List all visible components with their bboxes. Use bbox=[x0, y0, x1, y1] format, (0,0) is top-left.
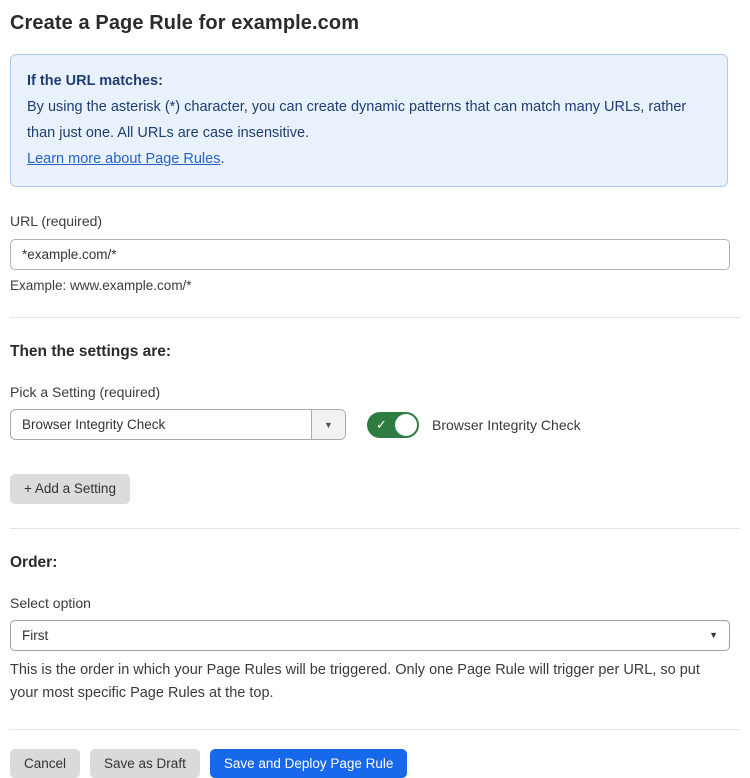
setting-row: Browser Integrity Check ▼ ✓ Browser Inte… bbox=[10, 409, 740, 440]
page-title: Create a Page Rule for example.com bbox=[10, 12, 740, 35]
toggle-label: Browser Integrity Check bbox=[432, 417, 581, 433]
url-input[interactable] bbox=[10, 239, 730, 270]
divider bbox=[10, 528, 740, 529]
learn-more-link[interactable]: Learn more about Page Rules bbox=[27, 151, 220, 167]
setting-select-value: Browser Integrity Check bbox=[11, 410, 311, 439]
check-icon: ✓ bbox=[376, 416, 387, 434]
save-as-draft-button[interactable]: Save as Draft bbox=[90, 749, 200, 778]
toggle-knob bbox=[395, 414, 417, 436]
cancel-button[interactable]: Cancel bbox=[10, 749, 80, 778]
setting-toggle-group: ✓ Browser Integrity Check bbox=[367, 412, 581, 438]
settings-section-heading: Then the settings are: bbox=[10, 343, 740, 361]
divider bbox=[10, 317, 740, 318]
link-suffix: . bbox=[220, 151, 224, 167]
create-page-rule-panel: Create a Page Rule for example.com If th… bbox=[0, 0, 750, 778]
order-select-value: First bbox=[22, 628, 48, 643]
url-match-info-box: If the URL matches: By using the asteris… bbox=[10, 54, 728, 187]
order-description: This is the order in which your Page Rul… bbox=[10, 659, 730, 705]
info-box-heading: If the URL matches: bbox=[27, 68, 711, 94]
pick-setting-label: Pick a Setting (required) bbox=[10, 384, 740, 400]
chevron-down-icon: ▼ bbox=[709, 630, 718, 640]
setting-select[interactable]: Browser Integrity Check ▼ bbox=[10, 409, 346, 440]
order-section-heading: Order: bbox=[10, 554, 740, 572]
browser-integrity-toggle[interactable]: ✓ bbox=[367, 412, 419, 438]
order-select-label: Select option bbox=[10, 595, 740, 611]
add-setting-button[interactable]: + Add a Setting bbox=[10, 474, 130, 504]
url-example-text: Example: www.example.com/* bbox=[10, 278, 740, 293]
info-box-link-line: Learn more about Page Rules. bbox=[27, 146, 711, 172]
footer-actions: Cancel Save as Draft Save and Deploy Pag… bbox=[10, 749, 740, 778]
order-select[interactable]: First ▼ bbox=[10, 620, 730, 651]
chevron-down-icon[interactable]: ▼ bbox=[311, 410, 345, 439]
info-box-body: By using the asterisk (*) character, you… bbox=[27, 94, 711, 146]
save-and-deploy-button[interactable]: Save and Deploy Page Rule bbox=[210, 749, 408, 778]
url-field-label: URL (required) bbox=[10, 213, 740, 229]
divider bbox=[10, 729, 740, 730]
